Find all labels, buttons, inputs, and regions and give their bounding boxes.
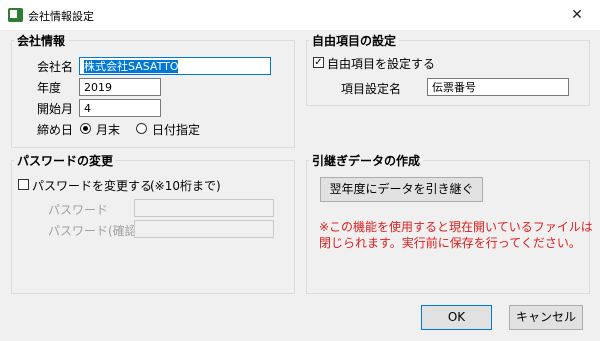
closing-specific-date-radio[interactable] <box>136 123 147 134</box>
closing-day-label: 締め日 <box>37 123 74 137</box>
change-password-checkbox[interactable] <box>18 179 29 190</box>
custom-field-title: 自由項目の設定 <box>309 32 400 49</box>
app-icon <box>8 8 23 22</box>
company-name-label: 会社名 <box>37 60 74 74</box>
window-title: 会社情報設定 <box>28 10 94 23</box>
company-name-value: 株式会社SASATTO <box>84 60 179 73</box>
custom-field-enable-label[interactable]: 自由項目を設定する <box>327 55 435 72</box>
company-name-input[interactable]: 株式会社SASATTO <box>79 57 271 75</box>
password-confirm-label: パスワード(確認) <box>48 224 142 238</box>
close-icon[interactable]: ✕ <box>554 0 600 30</box>
password-label: パスワード <box>48 203 109 217</box>
start-month-input[interactable]: 4 <box>79 99 161 117</box>
fiscal-year-label: 年度 <box>37 81 62 95</box>
password-length-hint: (※10桁まで) <box>150 179 221 193</box>
password-confirm-input[interactable] <box>134 220 274 238</box>
password-title: パスワードの変更 <box>14 152 117 169</box>
carryover-warning: ※この機能を使用すると現在開いているファイルは 閉じられます。実行前に保存を行っ… <box>319 219 593 251</box>
company-info-title: 会社情報 <box>14 32 69 49</box>
closing-month-end-radio[interactable] <box>80 123 91 134</box>
start-month-label: 開始月 <box>37 102 74 116</box>
closing-specific-date-label[interactable]: 日付指定 <box>152 121 200 138</box>
cancel-button[interactable]: キャンセル <box>509 305 583 330</box>
custom-field-name-label: 項目設定名 <box>341 82 402 96</box>
carryover-warning-line-2: 閉じられます。実行前に保存を行ってください。 <box>319 236 581 250</box>
change-password-label[interactable]: パスワードを変更する <box>32 177 152 194</box>
carryover-warning-line-1: ※この機能を使用すると現在開いているファイルは <box>319 220 593 234</box>
custom-field-name-input[interactable]: 伝票番号 <box>427 78 569 96</box>
closing-month-end-label[interactable]: 月末 <box>96 121 120 138</box>
carryover-title: 引継ぎデータの作成 <box>309 152 424 169</box>
carryover-button[interactable]: 翌年度にデータを引き継ぐ <box>320 177 483 202</box>
password-input[interactable] <box>134 199 274 217</box>
ok-button[interactable]: OK <box>421 305 492 330</box>
custom-field-checkbox[interactable]: ✓ <box>313 57 324 68</box>
fiscal-year-input[interactable]: 2019 <box>79 78 161 96</box>
title-bar: 会社情報設定 ✕ <box>0 0 600 30</box>
